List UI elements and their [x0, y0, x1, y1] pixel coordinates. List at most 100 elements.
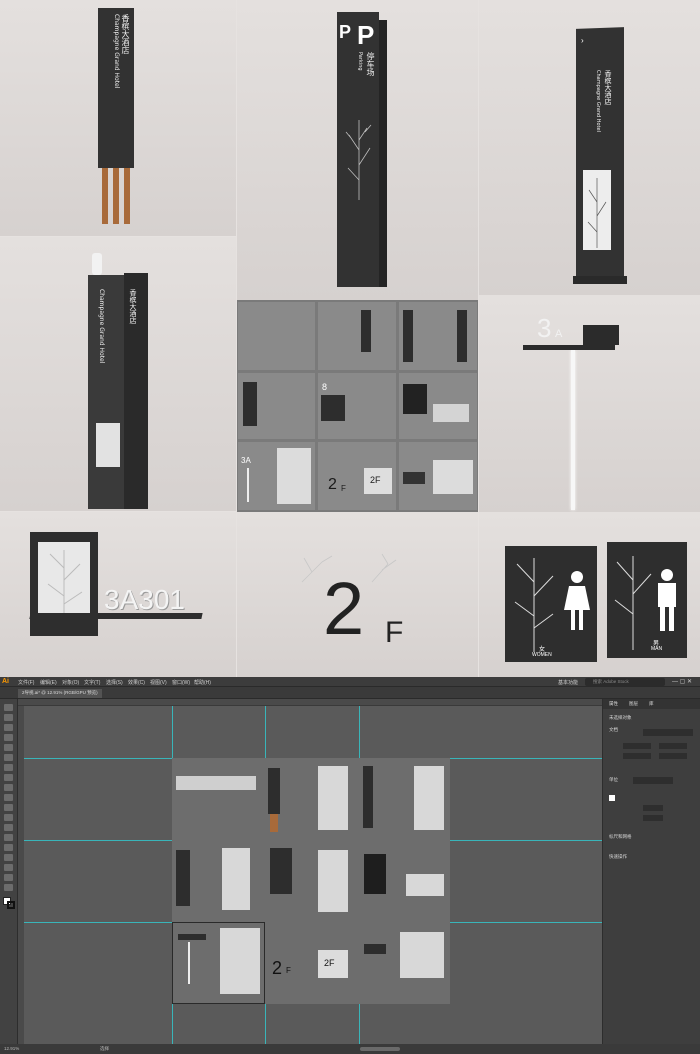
no-selection-label: 未选择对象 [609, 715, 632, 720]
thumb-6-sign-b [433, 404, 469, 422]
render-folded-totem: 香槟大酒店 Champagne Grand Hotel [0, 237, 236, 511]
branch-pattern-icon [514, 558, 554, 652]
stock-search-input[interactable]: 搜索 Adobe Stock [585, 678, 665, 686]
ab2-totem [268, 768, 280, 814]
floor-sign-panel [583, 325, 619, 345]
menu-type[interactable]: 文字(T) [84, 679, 100, 686]
chevron-right-icon: › [581, 36, 584, 45]
document-label: 文档 [609, 727, 618, 732]
woman-figure-icon [564, 571, 590, 630]
rulers-grid-label: 标尺和网格 [609, 834, 632, 839]
zoom-level[interactable]: 12.91% [4, 1046, 19, 1051]
wood-leg-2 [113, 168, 119, 224]
branch-pattern-icon [614, 556, 652, 650]
direct-selection-tool-icon[interactable] [4, 714, 13, 721]
thumb-2 [318, 302, 396, 370]
properties-panel: 属性 图层 库 未选择对象 文档 单位 标尺和网格 快速操作 [602, 699, 700, 1044]
menu-view[interactable]: 视图(V) [150, 679, 167, 686]
pencil-tool-icon[interactable] [4, 784, 13, 791]
ab9-render [400, 932, 444, 978]
stock-search-placeholder: 搜索 Adobe Stock [593, 679, 629, 684]
rectangle-tool-icon[interactable] [4, 764, 13, 771]
tab-libraries[interactable]: 库 [649, 701, 654, 707]
thumb-7-bg [277, 448, 311, 504]
stroke-width-field[interactable] [643, 805, 663, 811]
parking-title-en: Parking [357, 52, 363, 71]
stroke-swatch[interactable] [7, 901, 15, 909]
ab8-floor: 2 [272, 958, 283, 978]
window-controls[interactable]: — ▢ ✕ [672, 678, 692, 685]
folded-title-cn: 香槟大酒店 [129, 289, 137, 324]
zoom-tool-icon[interactable] [4, 884, 13, 891]
artboard-select[interactable] [643, 729, 693, 736]
h-field[interactable] [659, 753, 687, 759]
tab-properties[interactable]: 属性 [609, 701, 618, 707]
units-select[interactable] [633, 777, 673, 784]
y-field[interactable] [659, 743, 687, 749]
totem-title-cn: 香槟大酒店 [121, 14, 130, 54]
curvature-tool-icon[interactable] [4, 734, 13, 741]
line-tool-icon[interactable] [4, 754, 13, 761]
eraser-tool-icon[interactable] [4, 794, 13, 801]
menu-edit[interactable]: 编辑(E) [40, 679, 57, 686]
floor-sign-number: 3 [537, 313, 552, 343]
thumb-6-sign [403, 384, 427, 414]
illustrator-window: Ai 文件(F) 编辑(E) 对象(O) 文字(T) 选择(S) 效果(C) 视… [0, 677, 700, 1054]
w-field[interactable] [623, 753, 651, 759]
width-tool-icon[interactable] [4, 824, 13, 831]
opacity-field[interactable] [643, 815, 663, 821]
menu-help[interactable]: 帮助(H) [194, 679, 211, 686]
document-tab[interactable]: 2导视.ai* @ 12.91% (RGB/GPU 预览) [18, 689, 102, 698]
menu-object[interactable]: 对象(O) [62, 679, 79, 686]
scale-tool-icon[interactable] [4, 814, 13, 821]
render-parking-totem: P P 停车场 Parking [237, 0, 478, 300]
tools-panel [0, 699, 18, 1044]
render-room-plate: 3A301 [0, 512, 236, 677]
artboard-canvas[interactable]: 2 F 2F [24, 706, 602, 1044]
ab3-render [414, 766, 444, 830]
panel-tab-bar: 属性 图层 库 [603, 699, 700, 709]
tab-layers[interactable]: 图层 [629, 701, 638, 707]
workspace-switcher[interactable]: 基本功能 [558, 679, 578, 686]
ab5-render [318, 850, 348, 912]
artboard-tool-icon[interactable] [4, 864, 13, 871]
rotate-tool-icon[interactable] [4, 804, 13, 811]
pen-tool-icon[interactable] [4, 724, 13, 731]
hand-tool-icon[interactable] [4, 874, 13, 881]
x-field[interactable] [623, 743, 651, 749]
menu-window[interactable]: 窗口(W) [172, 679, 190, 686]
eyedropper-tool-icon[interactable] [4, 854, 13, 861]
stroke-color-swatch[interactable] [609, 795, 615, 801]
selection-tool-icon[interactable] [4, 704, 13, 711]
ab7-render [220, 928, 260, 994]
folded-branch-panel [96, 423, 120, 467]
shape-builder-tool-icon[interactable] [4, 834, 13, 841]
ab1-branch-panel [176, 776, 256, 790]
paintbrush-tool-icon[interactable] [4, 774, 13, 781]
horizontal-scrollbar[interactable] [360, 1047, 400, 1051]
menu-file[interactable]: 文件(F) [18, 679, 34, 686]
status-bar: 12.91% 选择 [0, 1044, 700, 1054]
thumb-8-plate-text: 2F [370, 475, 381, 485]
status-tool: 选择 [100, 1046, 109, 1051]
thumb-9-bg [433, 460, 473, 494]
menu-effect[interactable]: 效果(C) [128, 679, 145, 686]
gradient-tool-icon[interactable] [4, 844, 13, 851]
units-label: 单位 [609, 777, 618, 782]
type-tool-icon[interactable] [4, 744, 13, 751]
ab6-sign [364, 854, 386, 894]
directory-title-cn: 香槟大酒店 [604, 70, 612, 105]
directory-base [573, 276, 627, 284]
horizontal-ruler[interactable] [18, 699, 602, 706]
ab8-floor-f: F [286, 966, 291, 975]
ab9-plate [364, 944, 386, 954]
menu-select[interactable]: 选择(S) [106, 679, 123, 686]
render-directory-totem: › 香槟大酒店 Champagne Grand Hotel [479, 0, 700, 295]
wood-leg-3 [124, 168, 130, 224]
artboard-1[interactable] [172, 758, 265, 840]
render-floor-sign: 3 A [479, 295, 700, 512]
parking-p-large: P [357, 20, 375, 50]
room-number: 3A301 [104, 584, 185, 615]
thumb-2-totem [361, 310, 371, 352]
thumb-8-floor-f: F [341, 484, 346, 493]
